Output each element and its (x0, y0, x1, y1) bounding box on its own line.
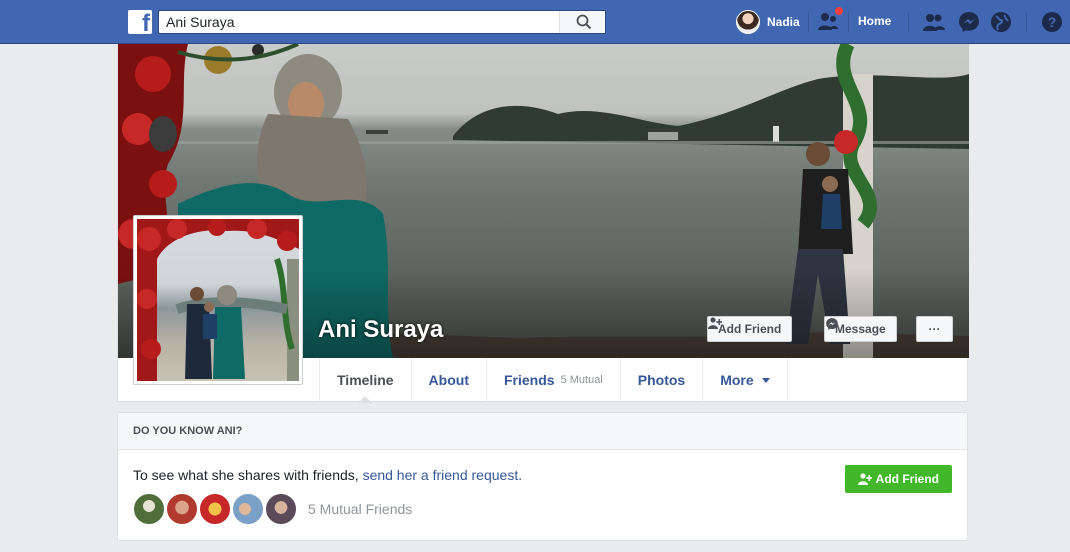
user-name: Nadia (767, 15, 800, 29)
mutual-friends-count: 5 Mutual (560, 374, 603, 386)
mutual-friend-avatar[interactable] (199, 493, 231, 525)
card-message: To see what she shares with friends, (133, 467, 363, 483)
messenger-icon (826, 318, 838, 330)
mutual-friends-link[interactable]: 5 Mutual Friends (308, 501, 412, 517)
message-button[interactable]: Message (824, 316, 897, 342)
mutual-friends-row: 5 Mutual Friends (133, 493, 412, 525)
add-friend-label: Add Friend (718, 322, 782, 336)
add-friend-label: Add Friend (875, 472, 939, 486)
card-header: DO YOU KNOW ANI? (118, 413, 967, 450)
add-friend-icon (708, 317, 722, 329)
tab-label: Timeline (337, 372, 394, 388)
search-icon (576, 14, 592, 30)
friend-request-link[interactable]: send her a friend request. (363, 467, 523, 483)
profile-picture-illustration (137, 219, 299, 381)
add-friend-icon (857, 473, 872, 485)
add-friend-button[interactable]: Add Friend (707, 316, 793, 342)
user-avatar (736, 10, 760, 34)
profile-picture[interactable] (133, 215, 303, 385)
tab-photos[interactable]: Photos (619, 358, 702, 402)
messenger-icon (959, 12, 979, 32)
card-text: To see what she shares with friends, sen… (133, 467, 522, 483)
add-friend-green-button[interactable]: Add Friend (844, 465, 952, 493)
friends-nav-button[interactable] (922, 10, 946, 34)
mutual-friend-avatar[interactable] (232, 493, 264, 525)
help-nav-button[interactable]: ? (1040, 10, 1064, 34)
facebook-logo-icon[interactable]: f (128, 10, 152, 34)
do-you-know-card: DO YOU KNOW ANI? To see what she shares … (117, 412, 968, 541)
more-options-button[interactable]: ··· (916, 316, 953, 342)
globe-icon (991, 12, 1011, 32)
tab-label: Photos (637, 372, 686, 388)
nav-separator (1026, 12, 1027, 32)
tab-timeline[interactable]: Timeline (319, 358, 411, 403)
messenger-nav-button[interactable] (957, 10, 981, 34)
profile-header: Ani Suraya Add Friend Message ··· Timeli… (117, 44, 969, 403)
svg-text:?: ? (1048, 14, 1057, 30)
notification-badge (834, 6, 844, 16)
friends-icon (923, 14, 945, 31)
nav-separator (908, 12, 909, 32)
search-box (158, 10, 606, 34)
caret-down-icon (761, 377, 770, 383)
mutual-friend-avatar[interactable] (133, 493, 165, 525)
profile-name[interactable]: Ani Suraya (318, 316, 443, 344)
profile-tabs: Timeline About Friends 5 Mutual Photos M… (319, 358, 788, 403)
nav-separator (808, 12, 809, 32)
tab-label: About (428, 372, 469, 388)
tab-label: Friends (503, 372, 555, 388)
mutual-friend-avatar[interactable] (166, 493, 198, 525)
home-link[interactable]: Home (858, 14, 891, 28)
top-navigation-bar: f Nadia Home (0, 0, 1070, 44)
notifications-nav-button[interactable] (989, 10, 1013, 34)
profile-picture-image (137, 219, 299, 381)
tab-about[interactable]: About (410, 358, 486, 402)
search-input[interactable] (159, 11, 559, 33)
tab-friends[interactable]: Friends 5 Mutual (485, 358, 620, 402)
mutual-friend-avatar[interactable] (265, 493, 297, 525)
tab-more[interactable]: More (702, 358, 788, 402)
tab-label: More (720, 372, 754, 388)
nav-separator (848, 12, 849, 32)
help-icon: ? (1042, 12, 1062, 32)
search-button[interactable] (559, 11, 605, 33)
friend-requests-button[interactable] (816, 6, 844, 34)
nav-user-profile[interactable]: Nadia (736, 10, 800, 34)
message-label: Message (835, 322, 886, 336)
more-dots-icon: ··· (928, 322, 941, 336)
